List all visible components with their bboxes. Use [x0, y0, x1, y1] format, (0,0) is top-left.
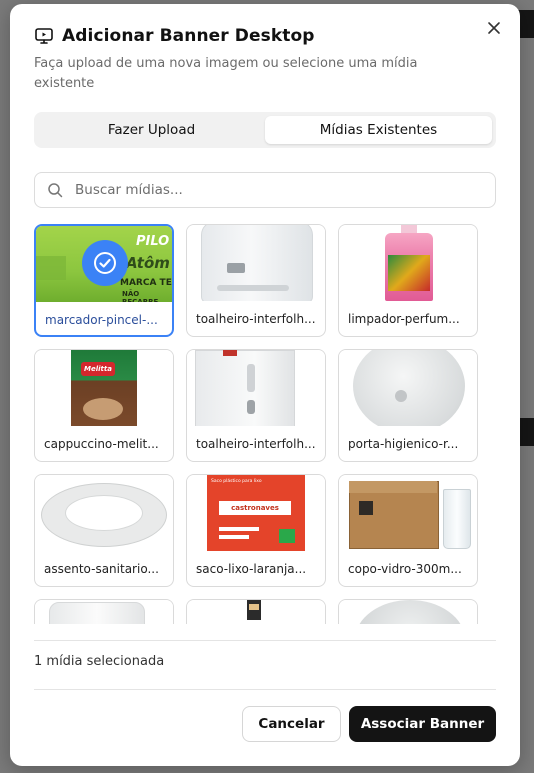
media-card-label: cappuccino-melit...	[44, 436, 159, 451]
media-thumbnail	[35, 600, 173, 624]
media-card-label: toalheiro-interfolh...	[196, 436, 316, 451]
media-card[interactable]: porta-higienico-r...	[338, 349, 478, 462]
marker-brand-text: PILO	[136, 234, 170, 249]
marker-line-text: MARCA TE	[120, 278, 172, 288]
media-card[interactable]: toalheiro-interfolh...	[186, 224, 326, 337]
search-box	[34, 172, 496, 208]
marker-title-text: Atôm	[126, 254, 170, 272]
media-card-label: marcador-pincel-...	[45, 312, 158, 327]
selection-count: 1 mídia selecionada	[34, 654, 165, 669]
media-card[interactable]: toalheiro-interfolh...	[186, 349, 326, 462]
background-bar	[518, 10, 534, 38]
close-button[interactable]	[484, 18, 504, 38]
media-card[interactable]	[34, 599, 174, 624]
media-card-label: toalheiro-interfolh...	[196, 311, 316, 326]
cancel-button[interactable]: Cancelar	[242, 706, 341, 742]
search-input[interactable]	[73, 181, 495, 199]
media-thumbnail	[187, 600, 325, 624]
media-grid-scroll[interactable]: PILO Atôm MARCA TE NÃO RECARRE marcador-…	[34, 224, 504, 624]
dialog-header: Adicionar Banner Desktop Faça upload de …	[34, 26, 480, 94]
media-thumbnail	[339, 225, 477, 301]
media-card[interactable]: PILO Atôm MARCA TE NÃO RECARRE marcador-…	[34, 224, 174, 337]
media-card[interactable]: Saco plástico para lixo castronaves saco…	[186, 474, 326, 587]
media-card-label: assento-sanitario...	[44, 561, 159, 576]
dialog-title: Adicionar Banner Desktop	[62, 26, 315, 46]
media-card[interactable]: Melitta cappuccino-melit...	[34, 349, 174, 462]
media-thumbnail	[187, 350, 325, 426]
close-icon	[488, 22, 500, 34]
media-card[interactable]	[186, 599, 326, 624]
tab-list: Fazer Upload Mídias Existentes	[34, 112, 496, 148]
media-card-label: porta-higienico-r...	[348, 436, 459, 451]
media-thumbnail	[339, 475, 477, 551]
monitor-play-icon	[34, 26, 54, 46]
media-card[interactable]: copo-vidro-300m...	[338, 474, 478, 587]
media-card-label: limpador-perfum...	[348, 311, 460, 326]
media-grid: PILO Atôm MARCA TE NÃO RECARRE marcador-…	[34, 224, 504, 624]
search-icon	[48, 183, 63, 198]
check-circle-icon	[82, 240, 128, 286]
dialog-subtitle: Faça upload de uma nova imagem ou seleci…	[34, 56, 418, 91]
divider	[34, 689, 496, 690]
tab-upload[interactable]: Fazer Upload	[38, 116, 265, 144]
add-banner-dialog: Adicionar Banner Desktop Faça upload de …	[10, 4, 520, 766]
media-card-label: saco-lixo-laranja...	[196, 561, 307, 576]
background-bar	[518, 418, 534, 446]
associate-banner-button[interactable]: Associar Banner	[349, 706, 496, 742]
trash-bag-brand-text: castronaves	[231, 504, 279, 512]
media-thumbnail	[35, 475, 173, 551]
media-thumbnail: PILO Atôm MARCA TE NÃO RECARRE	[36, 226, 172, 302]
media-card-label: copo-vidro-300m...	[348, 561, 462, 576]
media-thumbnail: Saco plástico para lixo castronaves	[187, 475, 325, 551]
trash-bag-text: Saco plástico para lixo	[211, 479, 262, 484]
media-card[interactable]: limpador-perfum...	[338, 224, 478, 337]
media-thumbnail: Melitta	[35, 350, 173, 426]
media-card[interactable]: assento-sanitario...	[34, 474, 174, 587]
coffee-brand-text: Melitta	[84, 365, 112, 373]
media-thumbnail	[187, 225, 325, 301]
divider	[34, 640, 496, 641]
media-card[interactable]	[338, 599, 478, 624]
tab-existing-media[interactable]: Mídias Existentes	[265, 116, 492, 144]
media-thumbnail	[339, 350, 477, 426]
media-thumbnail	[339, 600, 477, 624]
marker-line-text: NÃO RECARRE	[122, 290, 159, 302]
